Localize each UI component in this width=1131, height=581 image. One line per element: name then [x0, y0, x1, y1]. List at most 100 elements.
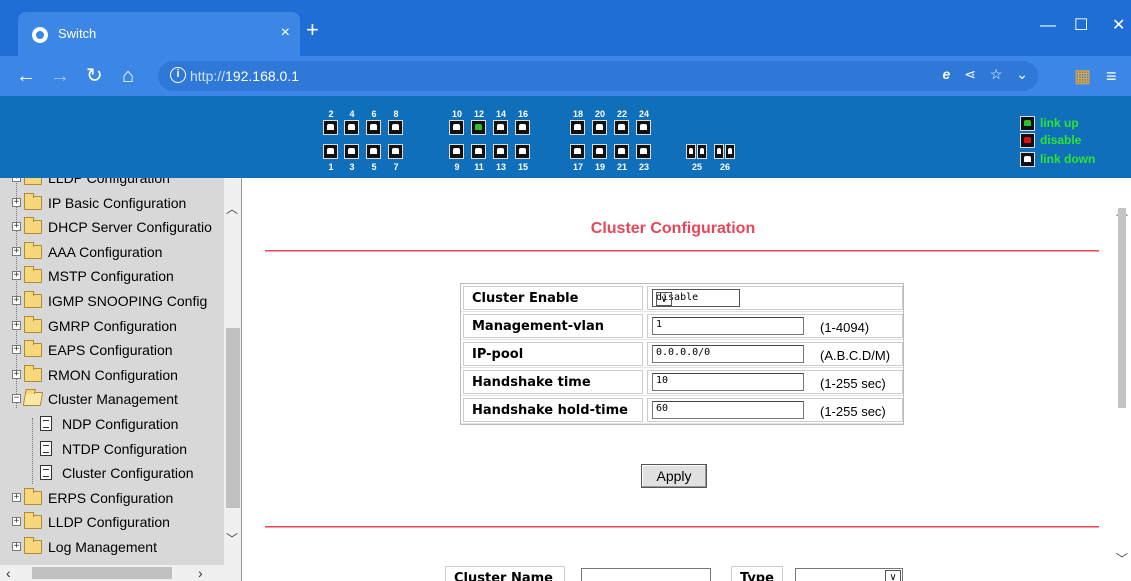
port-13-icon[interactable]	[493, 144, 508, 159]
expand-icon[interactable]: +	[12, 542, 21, 551]
field-range: (1-255 sec)	[820, 376, 886, 391]
scroll-left-icon[interactable]: ‹	[6, 565, 11, 581]
reload-icon[interactable]: ↻	[86, 64, 103, 88]
sidebar-item[interactable]: − Cluster Management	[0, 387, 224, 411]
port-11-icon[interactable]	[471, 144, 486, 159]
info-icon[interactable]: i	[170, 67, 186, 83]
port-8-icon[interactable]	[388, 120, 403, 135]
tab-close-icon[interactable]: ×	[281, 23, 290, 43]
menu-icon[interactable]: ≡	[1106, 64, 1117, 88]
sidebar-item[interactable]: + GMRP Configuration	[0, 314, 224, 338]
scroll-right-icon[interactable]: ›	[198, 565, 203, 581]
port-3-icon[interactable]	[344, 144, 359, 159]
sidebar-hscroll-thumb[interactable]	[32, 567, 172, 579]
cluster-enable-select[interactable]: disable ∨	[652, 289, 740, 307]
sidebar-scroll-thumb[interactable]	[226, 328, 240, 508]
sidebar-item[interactable]: + AAA Configuration	[0, 240, 224, 264]
scroll-down-icon[interactable]: ﹀	[226, 530, 238, 547]
minimize-icon[interactable]: —	[1040, 16, 1056, 36]
port-16-icon[interactable]	[515, 120, 530, 135]
sidebar-item[interactable]: NTDP Configuration	[0, 437, 224, 461]
port-25-icon[interactable]	[697, 144, 707, 159]
port-21-icon[interactable]	[614, 144, 629, 159]
port-26-icon[interactable]	[714, 144, 724, 159]
sidebar-item[interactable]: + DHCP Server Configuratio	[0, 215, 224, 239]
port-10-icon[interactable]	[449, 120, 464, 135]
expand-icon[interactable]: +	[12, 296, 21, 305]
port-number-label: 7	[393, 162, 399, 172]
chevron-down-icon[interactable]: ∨	[885, 570, 901, 581]
scroll-down-icon[interactable]: ﹀	[1116, 550, 1128, 567]
config-row: Handshake time 10 (1-255 sec)	[461, 368, 903, 396]
field-input[interactable]: 0.0.0.0/0	[652, 345, 804, 363]
expand-icon[interactable]: +	[12, 271, 21, 281]
expand-icon[interactable]: +	[12, 178, 21, 182]
main-scrollbar[interactable]: ︿ ﹀	[1113, 178, 1131, 581]
sidebar-item[interactable]: + EAPS Configuration	[0, 338, 224, 362]
share-icon[interactable]: ⋖	[964, 66, 976, 82]
sidebar-item[interactable]: + MSTP Configuration	[0, 264, 224, 288]
close-window-icon[interactable]: ✕	[1112, 16, 1125, 36]
port-20-icon[interactable]	[592, 120, 607, 135]
sidebar-item[interactable]: + LLDP Configuration	[0, 178, 224, 190]
sidebar-item[interactable]: NDP Configuration	[0, 412, 224, 436]
ie-mode-icon[interactable]: e	[943, 66, 951, 82]
sidebar-item[interactable]: + Log Management	[0, 535, 224, 559]
port-14-icon[interactable]	[493, 120, 508, 135]
browser-tab[interactable]: Switch ×	[18, 12, 300, 56]
sidebar-item[interactable]: Cluster Configuration	[0, 461, 224, 485]
expand-icon[interactable]: +	[12, 222, 21, 232]
port-19-icon[interactable]	[592, 144, 607, 159]
sidebar-item[interactable]: + IP Basic Configuration	[0, 191, 224, 215]
port-25-icon[interactable]	[686, 144, 696, 159]
home-icon[interactable]: ⌂	[122, 64, 134, 88]
expand-icon[interactable]: +	[12, 345, 21, 355]
expand-icon[interactable]: +	[12, 492, 21, 502]
port-9-icon[interactable]	[449, 144, 464, 159]
expand-icon[interactable]: +	[12, 369, 21, 379]
chevron-down-icon[interactable]: ⌄	[1016, 66, 1028, 82]
port-12-icon[interactable]	[471, 120, 486, 135]
port-number-label: 22	[616, 109, 627, 119]
port-7-icon[interactable]	[388, 144, 403, 159]
port-18-icon[interactable]	[570, 120, 585, 135]
port-4-icon[interactable]	[344, 120, 359, 135]
port-22-icon[interactable]	[614, 120, 629, 135]
star-icon[interactable]: ☆	[990, 66, 1003, 82]
main-scroll-thumb[interactable]	[1118, 208, 1126, 408]
port-1-icon[interactable]	[323, 144, 338, 159]
port-17-icon[interactable]	[570, 144, 585, 159]
expand-icon[interactable]: +	[12, 517, 21, 527]
maximize-icon[interactable]: ☐	[1074, 16, 1088, 36]
port-24-icon[interactable]	[636, 120, 651, 135]
collapse-icon[interactable]: −	[12, 394, 21, 404]
forward-icon[interactable]: →	[50, 64, 70, 88]
port-5-icon[interactable]	[366, 144, 381, 159]
apply-button[interactable]: Apply	[641, 464, 707, 488]
cluster-name-input[interactable]	[581, 568, 711, 581]
field-input[interactable]: 10	[652, 373, 804, 391]
address-bar[interactable]: i http://192.168.0.1 e ⋖ ☆ ⌄	[158, 61, 1038, 91]
port-6-icon[interactable]	[366, 120, 381, 135]
sidebar-item[interactable]: + ERPS Configuration	[0, 486, 224, 510]
port-23-icon[interactable]	[636, 144, 651, 159]
scroll-up-icon[interactable]: ︿	[226, 200, 238, 217]
sidebar-hscrollbar[interactable]: ‹ ›	[0, 565, 224, 581]
new-tab-button[interactable]: +	[306, 19, 319, 41]
expand-icon[interactable]: +	[12, 320, 21, 330]
apps-icon[interactable]: ▦	[1074, 64, 1091, 88]
expand-icon[interactable]: +	[12, 246, 21, 256]
sidebar-item[interactable]: + IGMP SNOOPING Config	[0, 289, 224, 313]
chevron-down-icon[interactable]: ∨	[656, 292, 672, 306]
port-2-icon[interactable]	[323, 120, 338, 135]
sidebar-scrollbar[interactable]: ︿ ﹀	[224, 178, 241, 581]
type-select[interactable]: ∨	[795, 568, 903, 581]
back-icon[interactable]: ←	[16, 64, 36, 88]
sidebar-item[interactable]: + RMON Configuration	[0, 363, 224, 387]
port-15-icon[interactable]	[515, 144, 530, 159]
field-input[interactable]: 60	[652, 401, 804, 419]
sidebar-item[interactable]: + LLDP Configuration	[0, 510, 224, 534]
field-input[interactable]: 1	[652, 317, 804, 335]
expand-icon[interactable]: +	[12, 197, 21, 207]
port-26-icon[interactable]	[725, 144, 735, 159]
